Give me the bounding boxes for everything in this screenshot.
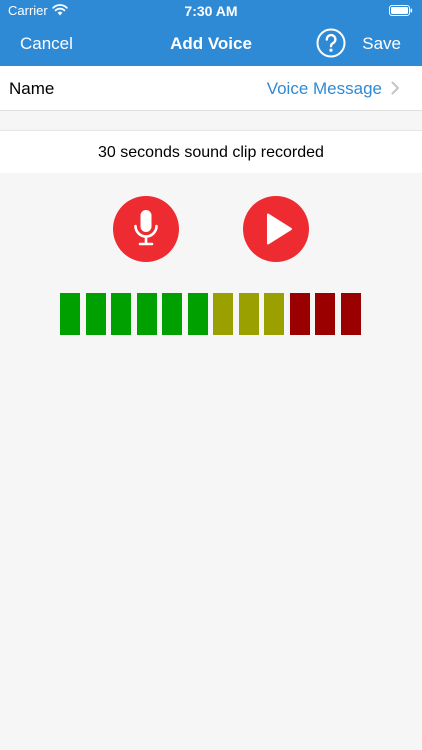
question-circle-icon[interactable] <box>316 28 346 58</box>
name-row[interactable]: Name Voice Message <box>0 66 422 111</box>
status-time: 7:30 AM <box>184 3 238 19</box>
chevron-right-icon <box>391 81 399 95</box>
level-meter-bar <box>86 293 106 335</box>
record-button[interactable] <box>113 196 179 262</box>
level-meter-bar <box>341 293 361 335</box>
save-button[interactable]: Save <box>362 34 401 54</box>
level-meter-bar <box>162 293 182 335</box>
level-meter-bar <box>213 293 233 335</box>
level-meter-bar <box>188 293 208 335</box>
page-title: Add Voice <box>170 34 252 53</box>
level-meter-bar <box>239 293 259 335</box>
level-meter-bar <box>60 293 80 335</box>
name-label: Name <box>9 79 55 98</box>
navigation-bar: Cancel Add Voice Save <box>0 22 422 66</box>
status-bar: Carrier 7:30 AM <box>0 0 422 22</box>
play-icon <box>267 213 292 245</box>
name-value[interactable]: Voice Message <box>267 79 382 99</box>
play-button[interactable] <box>243 196 309 262</box>
level-meter <box>60 293 362 335</box>
battery-icon <box>389 5 413 16</box>
header: Carrier 7:30 AM Cancel Add Voice Save <box>0 0 422 66</box>
microphone-icon <box>134 210 158 246</box>
level-meter-bar <box>137 293 157 335</box>
level-meter-bar <box>264 293 284 335</box>
level-meter-bar <box>111 293 131 335</box>
level-meter-bar <box>290 293 310 335</box>
level-meter-bar <box>315 293 335 335</box>
recording-status-text: 30 seconds sound clip recorded <box>98 144 324 161</box>
recording-status-row: 30 seconds sound clip recorded <box>0 130 422 173</box>
